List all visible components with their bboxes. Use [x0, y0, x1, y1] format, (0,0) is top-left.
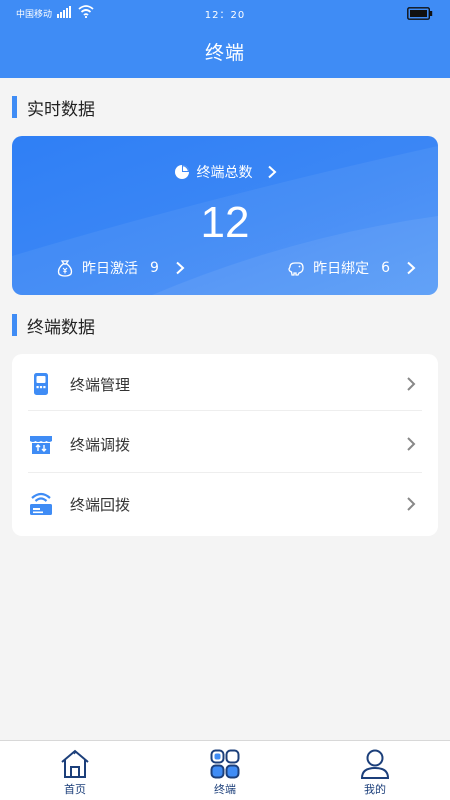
divider: [28, 472, 422, 473]
terminal-menu-card: 终端管理 终端调拨 终端回拨: [12, 354, 438, 536]
chevron-right-icon: [176, 261, 185, 275]
yesterday-bound-value: 6: [381, 260, 390, 276]
yesterday-bound-label: 昨日綁定: [313, 261, 370, 277]
list-item-terminal-management[interactable]: 终端管理: [12, 354, 438, 414]
money-bag-icon: [57, 260, 73, 277]
nav-tab-terminal[interactable]: 终端: [150, 741, 300, 800]
device-icon: [34, 373, 48, 395]
nav-tab-home[interactable]: 首页: [0, 741, 150, 800]
header: 中国移动 12：20 终端: [0, 0, 450, 78]
chevron-right-icon: [407, 497, 416, 511]
piggy-bank-icon: [288, 262, 304, 276]
list-item-label: 终端回拨: [70, 495, 131, 514]
total-terminals-link[interactable]: 终端总数: [12, 162, 438, 182]
list-item-terminal-transfer[interactable]: 终端调拨: [12, 414, 438, 474]
section-accent-bar: [12, 314, 17, 336]
yesterday-activated-value: 9: [150, 260, 159, 276]
store-transfer-icon: [30, 436, 52, 454]
nav-label: 首页: [64, 783, 86, 796]
home-icon: [61, 749, 89, 778]
nav-tab-mine[interactable]: 我的: [300, 741, 450, 800]
realtime-stats-card: 终端总数 12 昨日激活 9 昨日綁定 6: [12, 136, 438, 295]
user-icon: [360, 749, 390, 779]
pie-chart-icon: [174, 165, 189, 179]
yesterday-activated-label: 昨日激活: [82, 261, 138, 277]
list-item-label: 终端管理: [70, 375, 131, 394]
nav-label: 终端: [214, 783, 236, 796]
chevron-right-icon: [407, 377, 416, 391]
status-bar: 中国移动 12：20: [0, 0, 450, 26]
section-title-text: 实时数据: [27, 99, 95, 120]
bottom-nav: 首页 终端 我的: [0, 740, 450, 800]
terminal-grid-icon: [210, 749, 240, 779]
section-title-terminal-data: 终端数据: [12, 313, 95, 338]
divider: [28, 410, 422, 411]
page-title: 终端: [204, 42, 245, 64]
chevron-right-icon: [407, 261, 416, 275]
status-time: 12：20: [204, 10, 246, 21]
battery-icon: [407, 7, 433, 20]
section-title-realtime: 实时数据: [12, 95, 95, 120]
total-terminals-value: 12: [200, 198, 250, 247]
yesterday-activated-link[interactable]: 昨日激活 9: [56, 258, 185, 278]
app: 中国移动 12：20 终端 实时数据 终端总数 12 昨日激活 9 昨日綁定 6…: [0, 0, 450, 800]
chevron-right-icon: [407, 437, 416, 451]
list-item-label: 终端调拨: [70, 435, 131, 454]
yesterday-bound-link[interactable]: 昨日綁定 6: [287, 258, 416, 278]
list-item-terminal-return[interactable]: 终端回拨: [12, 474, 438, 534]
total-terminals-label: 终端总数: [196, 165, 253, 181]
chevron-right-icon: [267, 165, 276, 179]
terminal-return-icon: [30, 492, 52, 515]
section-title-text: 终端数据: [27, 317, 95, 338]
nav-label: 我的: [364, 783, 386, 796]
section-accent-bar: [12, 96, 17, 118]
